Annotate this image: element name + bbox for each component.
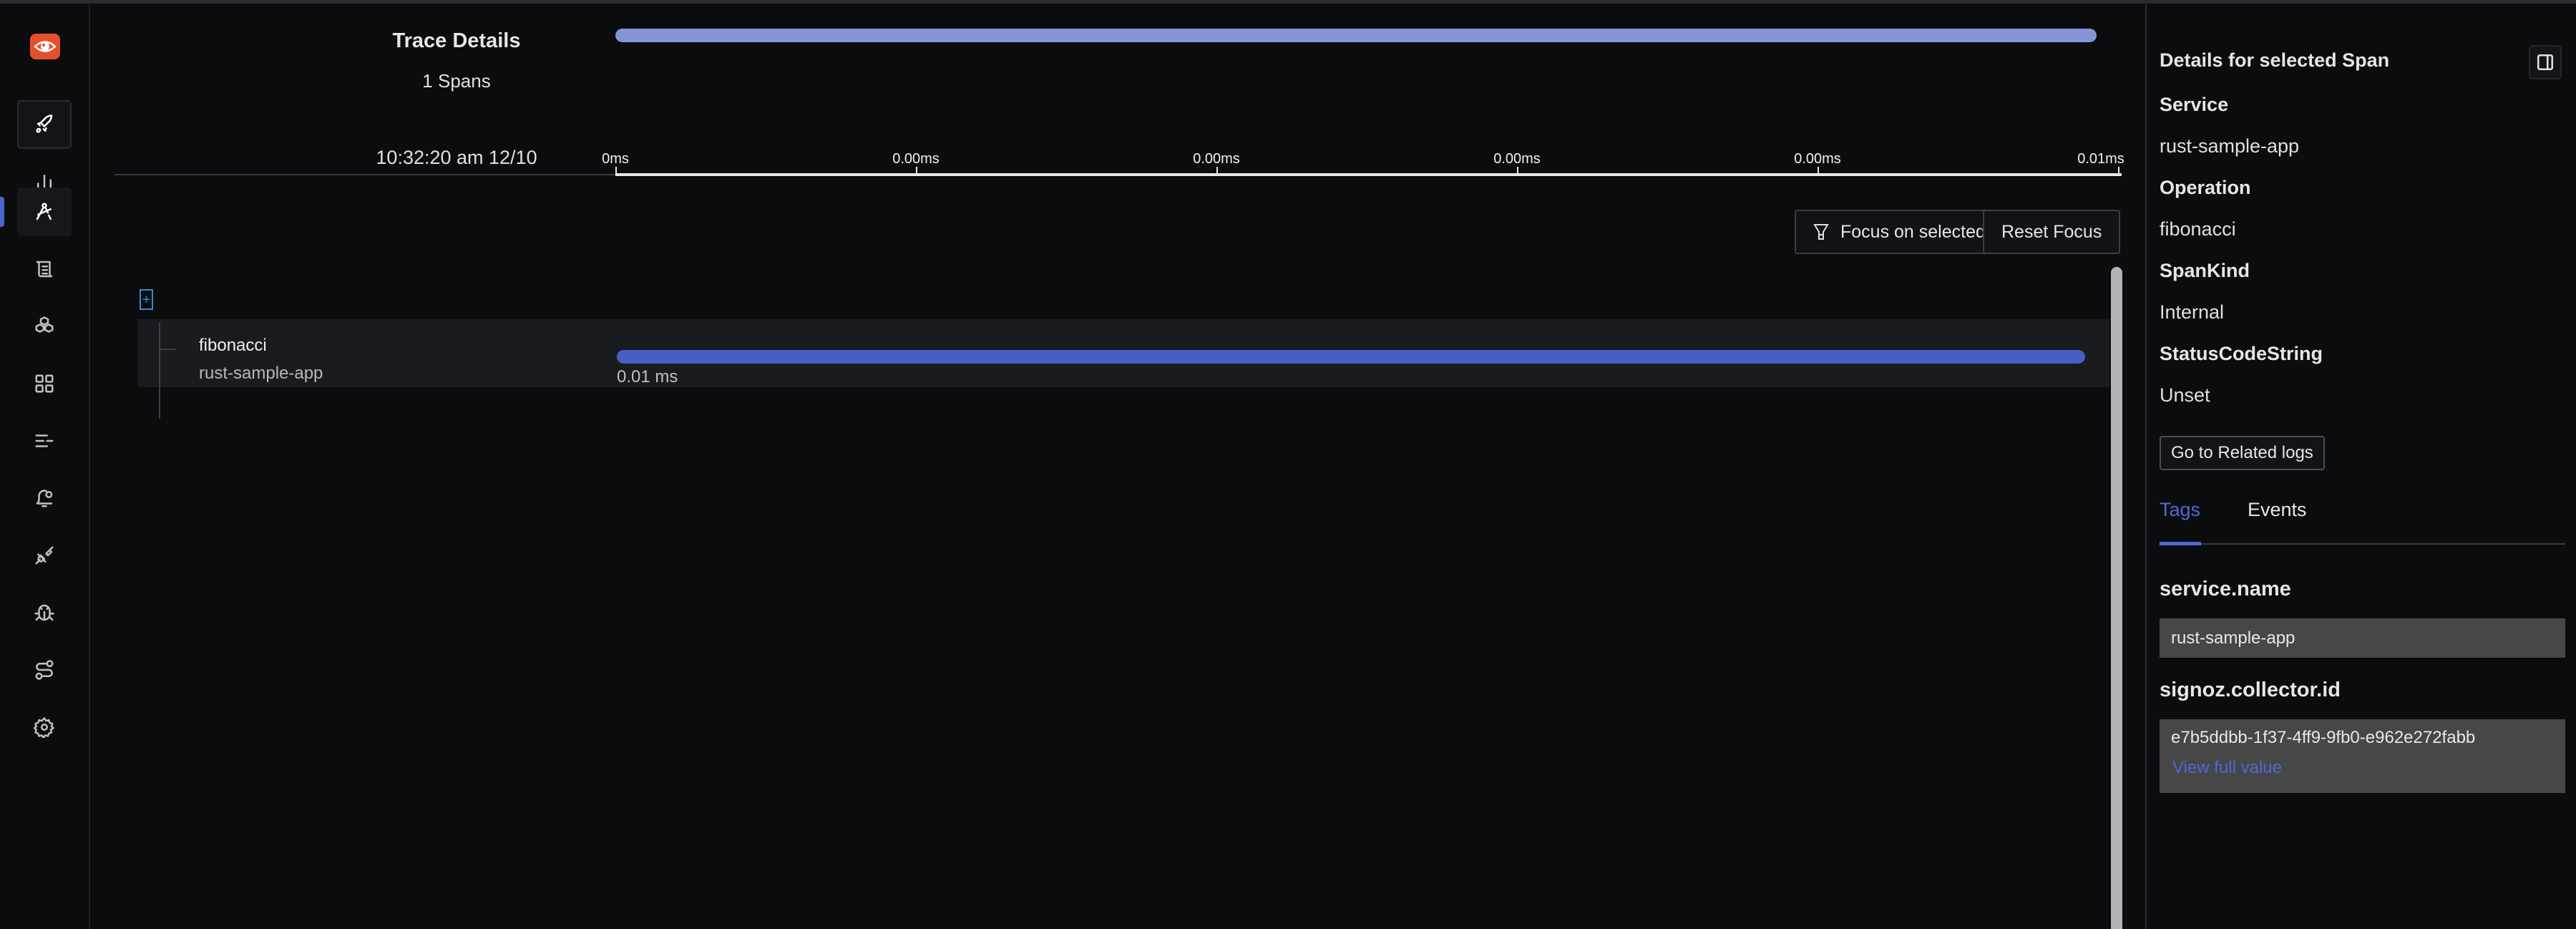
spankind-value: Internal: [2160, 301, 2225, 323]
sidebar-item-integrations[interactable]: [17, 531, 72, 580]
tag-value-box: e7b5ddbb-1f37-4ff9-9fb0-e962e272fabb Vie…: [2160, 719, 2565, 793]
expand-all-icon[interactable]: +: [140, 289, 153, 310]
timeline-tick: [1216, 167, 1218, 175]
sidebar-item-dashboards[interactable]: [17, 359, 72, 408]
collapse-panel-button[interactable]: [2529, 45, 2562, 79]
reset-focus-label: Reset Focus: [2001, 221, 2102, 242]
draw-compass-icon: [36, 203, 52, 220]
active-indicator: [0, 197, 4, 227]
vertical-scrollbar[interactable]: [2111, 267, 2122, 929]
sidebar-item-infrastructure[interactable]: [17, 302, 72, 351]
go-to-related-logs-button[interactable]: Go to Related logs: [2160, 436, 2325, 470]
tree-connector-vertical: [159, 323, 160, 419]
tag-key: service.name: [2160, 578, 2291, 600]
sidebar-item-alerts[interactable]: [17, 474, 72, 522]
active-tab-indicator: [2160, 542, 2201, 545]
sidebar-item-logs[interactable]: [17, 245, 72, 293]
service-label: Service: [2160, 94, 2229, 115]
span-duration: 0.01 ms: [617, 367, 678, 386]
timeline-tick: [1517, 167, 1518, 175]
scroll-icon: [36, 261, 53, 278]
tabs-divider: [2160, 543, 2565, 545]
signoz-logo[interactable]: [30, 34, 60, 59]
timeline-tick-label: 0.00ms: [1493, 151, 1541, 167]
gear-icon: [34, 717, 54, 738]
sidebar: [0, 4, 90, 929]
span-count: 1 Spans: [422, 70, 491, 92]
operation-label: Operation: [2160, 177, 2251, 198]
tag-value: rust-sample-app: [2160, 618, 2565, 658]
span-service: rust-sample-app: [199, 364, 323, 383]
sidebar-item-exceptions[interactable]: [17, 588, 72, 637]
span-operation: fibonacci: [199, 336, 267, 355]
bell-icon: [36, 490, 53, 507]
sidebar-item-traces[interactable]: [17, 188, 72, 236]
rocket-icon: [36, 115, 53, 133]
bug-icon: [34, 604, 54, 621]
timeline-axis: [615, 173, 2122, 176]
operation-value: fibonacci: [2160, 218, 2236, 240]
eye-logo-icon: [34, 41, 57, 52]
sidebar-item-messaging-queues[interactable]: [17, 417, 72, 465]
timeline-tick-label: 0ms: [602, 151, 629, 167]
tab-tags[interactable]: Tags: [2160, 499, 2200, 521]
sidebar-item-pipelines[interactable]: [17, 646, 72, 694]
boxes-icon: [35, 316, 54, 333]
tree-connector-horizontal: [160, 349, 176, 350]
view-full-value-link[interactable]: View full value: [2171, 758, 2554, 778]
status-code-value: Unset: [2160, 384, 2210, 406]
reset-focus-button[interactable]: Reset Focus: [1983, 210, 2121, 254]
timeline-tick: [1818, 167, 1819, 175]
timeline-tick-label: 0.00ms: [1193, 151, 1240, 167]
filter-icon: [1813, 224, 1829, 240]
trace-start-time: 10:32:20 am 12/10: [376, 147, 537, 168]
span-details-panel: Details for selected Span Service rust-s…: [2145, 4, 2576, 929]
panel-title: Details for selected Span: [2160, 49, 2390, 71]
timeline-tick: [916, 167, 917, 175]
spankind-label: SpanKind: [2160, 260, 2250, 281]
route-icon: [35, 660, 54, 680]
timeline-tick: [2118, 167, 2119, 175]
grid-icon: [35, 374, 54, 393]
tab-events[interactable]: Events: [2248, 499, 2307, 521]
service-value: rust-sample-app: [2160, 135, 2300, 157]
trace-main: Trace Details 1 Spans 10:32:20 am 12/10 …: [92, 4, 2145, 929]
timeline-tick-label: 0.01ms: [2077, 151, 2124, 167]
timeline-tick: [615, 167, 617, 175]
tag-key: signoz.collector.id: [2160, 678, 2341, 701]
timeline-tick-label: 0.00ms: [1794, 151, 1841, 167]
span-duration-bar[interactable]: [617, 350, 2085, 364]
panel-right-icon: [2537, 54, 2554, 71]
trace-overview-bar: [615, 29, 2097, 42]
timeline-tick-label: 0.00ms: [892, 151, 940, 167]
tag-value: e7b5ddbb-1f37-4ff9-9fb0-e962e272fabb: [2171, 728, 2476, 747]
sidebar-item-settings[interactable]: [17, 703, 72, 752]
plug-icon: [35, 546, 54, 565]
list-icon: [35, 434, 54, 447]
sidebar-item-get-started[interactable]: [17, 100, 72, 149]
status-code-label: StatusCodeString: [2160, 343, 2323, 364]
